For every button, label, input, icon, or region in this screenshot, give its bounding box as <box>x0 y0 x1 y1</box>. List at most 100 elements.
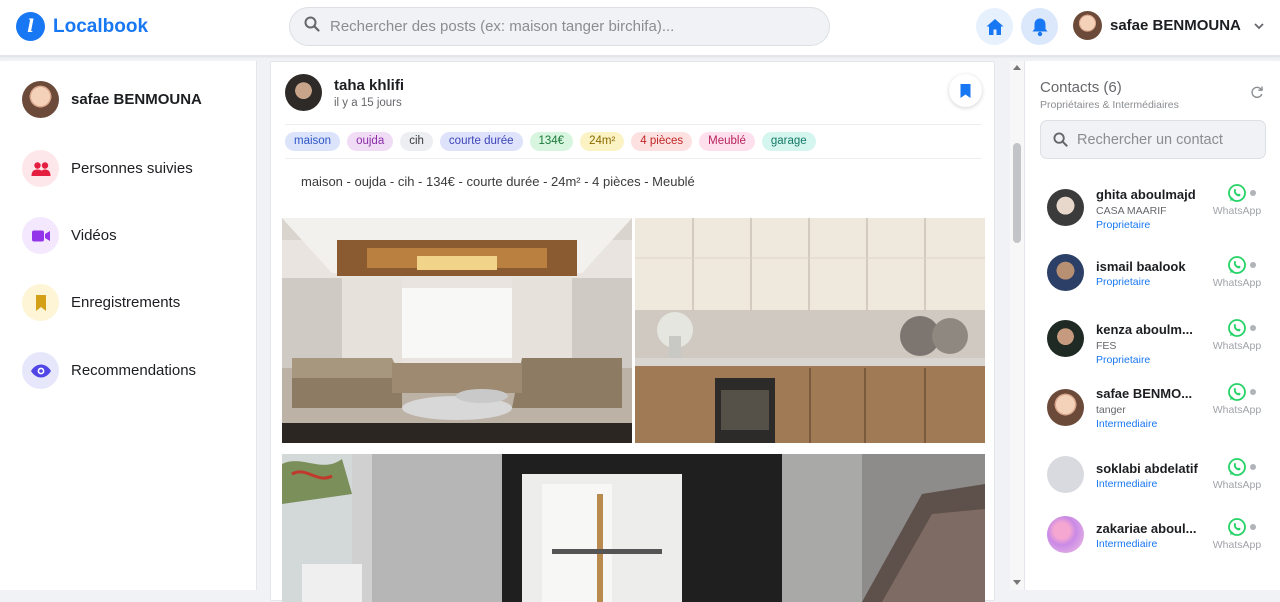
sidebar-item-profile[interactable]: safae BENMOUNA <box>22 81 202 118</box>
whatsapp-label: WhatsApp <box>1212 479 1262 491</box>
chevron-down-icon <box>1254 22 1264 29</box>
whatsapp-button[interactable]: WhatsApp <box>1207 318 1267 352</box>
post-tags: maison oujda cih courte durée 134€ 24m² … <box>285 124 982 159</box>
tag[interactable]: 4 pièces <box>631 132 693 151</box>
app-name: Localbook <box>53 15 149 37</box>
whatsapp-icon <box>1227 256 1246 274</box>
contacts-subtitle: Propriétaires & Intermédiaires <box>1040 99 1179 111</box>
avatar <box>1047 254 1084 291</box>
status-dot <box>1249 524 1256 530</box>
tag[interactable]: courte durée <box>439 132 523 151</box>
contact-item[interactable]: ismail baalook Proprietaire WhatsApp <box>1047 254 1269 319</box>
contacts-title: Contacts (6) <box>1040 79 1122 96</box>
whatsapp-label: WhatsApp <box>1212 277 1262 289</box>
avatar <box>1047 516 1084 553</box>
contact-item[interactable]: zakariae aboul... Intermediaire WhatsApp <box>1047 516 1269 581</box>
refresh-contacts-button[interactable] <box>1250 85 1264 104</box>
whatsapp-button[interactable]: WhatsApp <box>1207 382 1267 416</box>
contacts-panel: Contacts (6) Propriétaires & Intermédiai… <box>1024 61 1280 590</box>
whatsapp-button[interactable]: WhatsApp <box>1207 183 1267 217</box>
post-description: maison - oujda - cih - 134€ - courte dur… <box>301 174 695 189</box>
contact-city: CASA MAARIF <box>1096 205 1167 217</box>
home-button[interactable] <box>976 8 1013 45</box>
left-sidebar: safae BENMOUNA Personnes suivies Vidéos … <box>0 61 257 590</box>
contact-name: kenza aboulm... <box>1096 322 1193 337</box>
bell-icon <box>1032 18 1047 36</box>
sidebar-item-label: Vidéos <box>71 227 117 244</box>
contact-name: ghita aboulmajd <box>1096 187 1196 202</box>
contact-item[interactable]: ghita aboulmajd CASA MAARIF Proprietaire… <box>1047 184 1269 247</box>
scroll-up-arrow[interactable] <box>1013 65 1021 70</box>
status-dot <box>1249 389 1256 395</box>
account-name: safae BENMOUNA <box>1110 17 1241 34</box>
tag[interactable]: garage <box>761 132 816 151</box>
search-icon <box>1053 132 1068 147</box>
scroll-down-arrow[interactable] <box>1013 580 1021 585</box>
sidebar-item-videos[interactable]: Vidéos <box>22 217 117 254</box>
contact-role: Intermediaire <box>1096 418 1158 430</box>
sidebar-item-followed[interactable]: Personnes suivies <box>22 150 193 187</box>
tag[interactable]: Meublé <box>699 132 755 151</box>
whatsapp-icon <box>1227 518 1246 536</box>
scrollbar-thumb[interactable] <box>1013 143 1021 243</box>
post-author[interactable]: taha khlifi <box>334 77 404 94</box>
tag[interactable]: 134€ <box>529 132 574 151</box>
status-dot <box>1249 325 1256 331</box>
post-search-input[interactable] <box>330 18 810 35</box>
search-icon <box>304 16 320 37</box>
contact-item[interactable]: safae BENMO... tanger Intermediaire What… <box>1047 383 1269 446</box>
account-menu[interactable]: safae BENMOUNA <box>1073 11 1265 40</box>
contact-item[interactable]: kenza aboulm... FES Proprietaire WhatsAp… <box>1047 319 1269 382</box>
whatsapp-icon <box>1227 184 1246 202</box>
status-dot <box>1249 262 1256 268</box>
contact-role: Proprietaire <box>1096 354 1151 366</box>
logo-icon: l <box>16 12 45 41</box>
post-photo-villa[interactable] <box>282 454 985 602</box>
feed-scrollbar[interactable] <box>1010 61 1024 590</box>
bookmark-icon <box>960 83 971 98</box>
video-icon <box>22 217 59 254</box>
logo[interactable]: l Localbook <box>16 12 148 41</box>
avatar <box>1073 11 1102 40</box>
avatar <box>1047 189 1084 226</box>
save-post-button[interactable] <box>949 74 982 107</box>
sidebar-item-saved[interactable]: Enregistrements <box>22 284 180 321</box>
sidebar-item-recommendations[interactable]: Recommendations <box>22 352 196 389</box>
bookmark-icon <box>22 284 59 321</box>
refresh-icon <box>1251 86 1263 98</box>
contact-role: Proprietaire <box>1096 276 1151 288</box>
feed: taha khlifi il y a 15 jours maison oujda… <box>258 61 1023 602</box>
top-bar: l Localbook safae BENMOUNA <box>0 0 1280 56</box>
notifications-button[interactable] <box>1021 8 1058 45</box>
contact-search-bar[interactable] <box>1040 120 1266 159</box>
tag[interactable]: oujda <box>347 132 394 151</box>
post-search-bar[interactable] <box>289 7 830 46</box>
whatsapp-button[interactable]: WhatsApp <box>1207 255 1267 289</box>
contact-role: Intermediaire <box>1096 478 1158 490</box>
people-icon <box>22 150 59 187</box>
status-dot <box>1249 464 1256 470</box>
sidebar-item-label: Personnes suivies <box>71 160 193 177</box>
whatsapp-label: WhatsApp <box>1212 404 1262 416</box>
post-photo-kitchen[interactable] <box>635 218 985 443</box>
avatar[interactable] <box>285 74 322 111</box>
avatar <box>1047 320 1084 357</box>
post-time: il y a 15 jours <box>334 96 402 109</box>
whatsapp-icon <box>1227 319 1246 337</box>
sidebar-item-label: Enregistrements <box>71 294 181 311</box>
tag[interactable]: cih <box>400 132 433 151</box>
avatar <box>22 81 59 118</box>
contact-city: FES <box>1096 340 1117 352</box>
post-photo-living-room[interactable] <box>282 218 632 443</box>
contact-search-input[interactable] <box>1077 131 1257 148</box>
contact-item[interactable]: soklabi abdelatif Intermediaire WhatsApp <box>1047 456 1269 521</box>
contact-city: tanger <box>1096 404 1126 416</box>
whatsapp-button[interactable]: WhatsApp <box>1207 517 1267 551</box>
whatsapp-icon <box>1227 458 1246 476</box>
tag[interactable]: maison <box>285 132 341 151</box>
eye-icon <box>22 352 59 389</box>
tag[interactable]: 24m² <box>580 132 625 151</box>
contact-role: Intermediaire <box>1096 538 1158 550</box>
whatsapp-button[interactable]: WhatsApp <box>1207 457 1267 491</box>
avatar <box>1047 456 1084 493</box>
